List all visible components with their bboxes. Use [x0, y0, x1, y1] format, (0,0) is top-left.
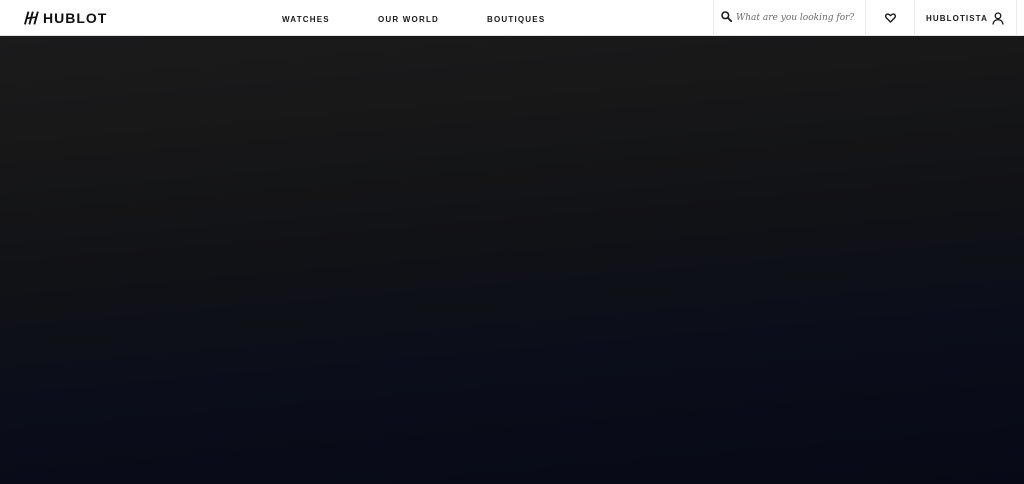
search-input[interactable]: [736, 9, 861, 27]
heart-icon: [884, 13, 896, 23]
hero-banner: [0, 36, 1024, 484]
search-box: [713, 0, 866, 36]
account-button[interactable]: HUBLOTISTA: [915, 0, 1017, 36]
user-icon: [992, 12, 1004, 25]
search-icon[interactable]: [721, 11, 732, 22]
site-header: HUBLOT WATCHES OUR WORLD BOUTIQUES HUBLO…: [0, 0, 1024, 36]
nav-item-our-world[interactable]: OUR WORLD: [378, 15, 439, 24]
nav-item-watches[interactable]: WATCHES: [282, 15, 330, 24]
nav-item-boutiques[interactable]: BOUTIQUES: [487, 15, 545, 24]
wishlist-button[interactable]: [866, 0, 915, 36]
account-label: HUBLOTISTA: [926, 14, 988, 23]
